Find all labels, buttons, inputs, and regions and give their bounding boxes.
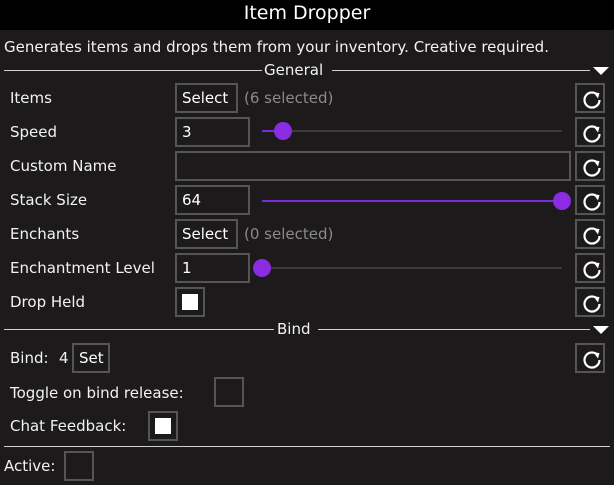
speed-slider-track[interactable]: [262, 130, 562, 132]
items-reset-button[interactable]: [575, 83, 605, 113]
stack-size-slider-handle[interactable]: [553, 192, 571, 210]
speed-input[interactable]: 3: [175, 117, 250, 147]
reset-icon: [583, 351, 601, 369]
enchants-select-button[interactable]: Select: [175, 219, 238, 249]
enchantment-level-slider-handle[interactable]: [253, 259, 271, 277]
section-general-header[interactable]: General: [4, 61, 590, 79]
items-label: Items: [10, 89, 52, 107]
reset-icon: [583, 261, 601, 279]
reset-icon: [583, 125, 601, 143]
stack-size-label: Stack Size: [10, 191, 88, 209]
enchantment-level-reset-button[interactable]: [575, 253, 605, 283]
toggle-on-release-label: Toggle on bind release:: [10, 384, 184, 402]
custom-name-reset-button[interactable]: [575, 151, 605, 181]
items-selected-count: (6 selected): [244, 89, 334, 107]
checkbox-checked-mark: [182, 294, 198, 310]
reset-icon: [583, 91, 601, 109]
divider-line: [318, 329, 590, 330]
reset-icon: [583, 295, 601, 313]
chat-feedback-checkbox[interactable]: [148, 411, 178, 441]
bind-key-value: 4: [59, 349, 69, 367]
drop-held-reset-button[interactable]: [575, 287, 605, 317]
drop-held-checkbox[interactable]: [175, 287, 205, 317]
active-label: Active:: [4, 457, 56, 475]
section-bind-header[interactable]: Bind: [4, 320, 590, 338]
custom-name-label: Custom Name: [10, 157, 117, 175]
divider-line: [4, 70, 262, 71]
bind-label: Bind:: [10, 349, 49, 367]
speed-reset-button[interactable]: [575, 117, 605, 147]
section-bind-label: Bind: [275, 320, 313, 338]
reset-icon: [583, 193, 601, 211]
stack-size-slider-fill: [262, 200, 562, 202]
divider-line: [4, 329, 274, 330]
active-checkbox[interactable]: [64, 451, 94, 481]
checkbox-checked-mark: [155, 418, 171, 434]
bind-reset-button[interactable]: [575, 343, 605, 373]
enchantment-level-label: Enchantment Level: [10, 259, 155, 277]
enchantment-level-slider-track[interactable]: [262, 267, 562, 269]
bind-set-button[interactable]: Set: [72, 343, 110, 373]
window-title: Item Dropper: [243, 2, 371, 24]
items-select-button[interactable]: Select: [175, 83, 238, 113]
module-description: Generates items and drops them from your…: [4, 38, 549, 56]
speed-label: Speed: [10, 123, 58, 141]
toggle-on-release-checkbox[interactable]: [214, 377, 244, 407]
section-general-label: General: [262, 61, 326, 79]
divider-line: [4, 446, 610, 447]
enchants-selected-count: (0 selected): [244, 225, 334, 243]
stack-size-reset-button[interactable]: [575, 185, 605, 215]
collapse-bind-icon[interactable]: [593, 326, 609, 334]
stack-size-input[interactable]: 64: [175, 185, 250, 215]
enchants-label: Enchants: [10, 225, 80, 243]
title-bar[interactable]: Item Dropper: [0, 0, 614, 30]
chat-feedback-label: Chat Feedback:: [10, 417, 127, 435]
speed-slider-handle[interactable]: [274, 122, 292, 140]
enchantment-level-input[interactable]: 1: [175, 253, 250, 283]
drop-held-label: Drop Held: [10, 293, 86, 311]
divider-line: [332, 70, 590, 71]
reset-icon: [583, 159, 601, 177]
reset-icon: [583, 227, 601, 245]
collapse-general-icon[interactable]: [593, 67, 609, 75]
custom-name-input[interactable]: [175, 151, 571, 181]
enchants-reset-button[interactable]: [575, 219, 605, 249]
